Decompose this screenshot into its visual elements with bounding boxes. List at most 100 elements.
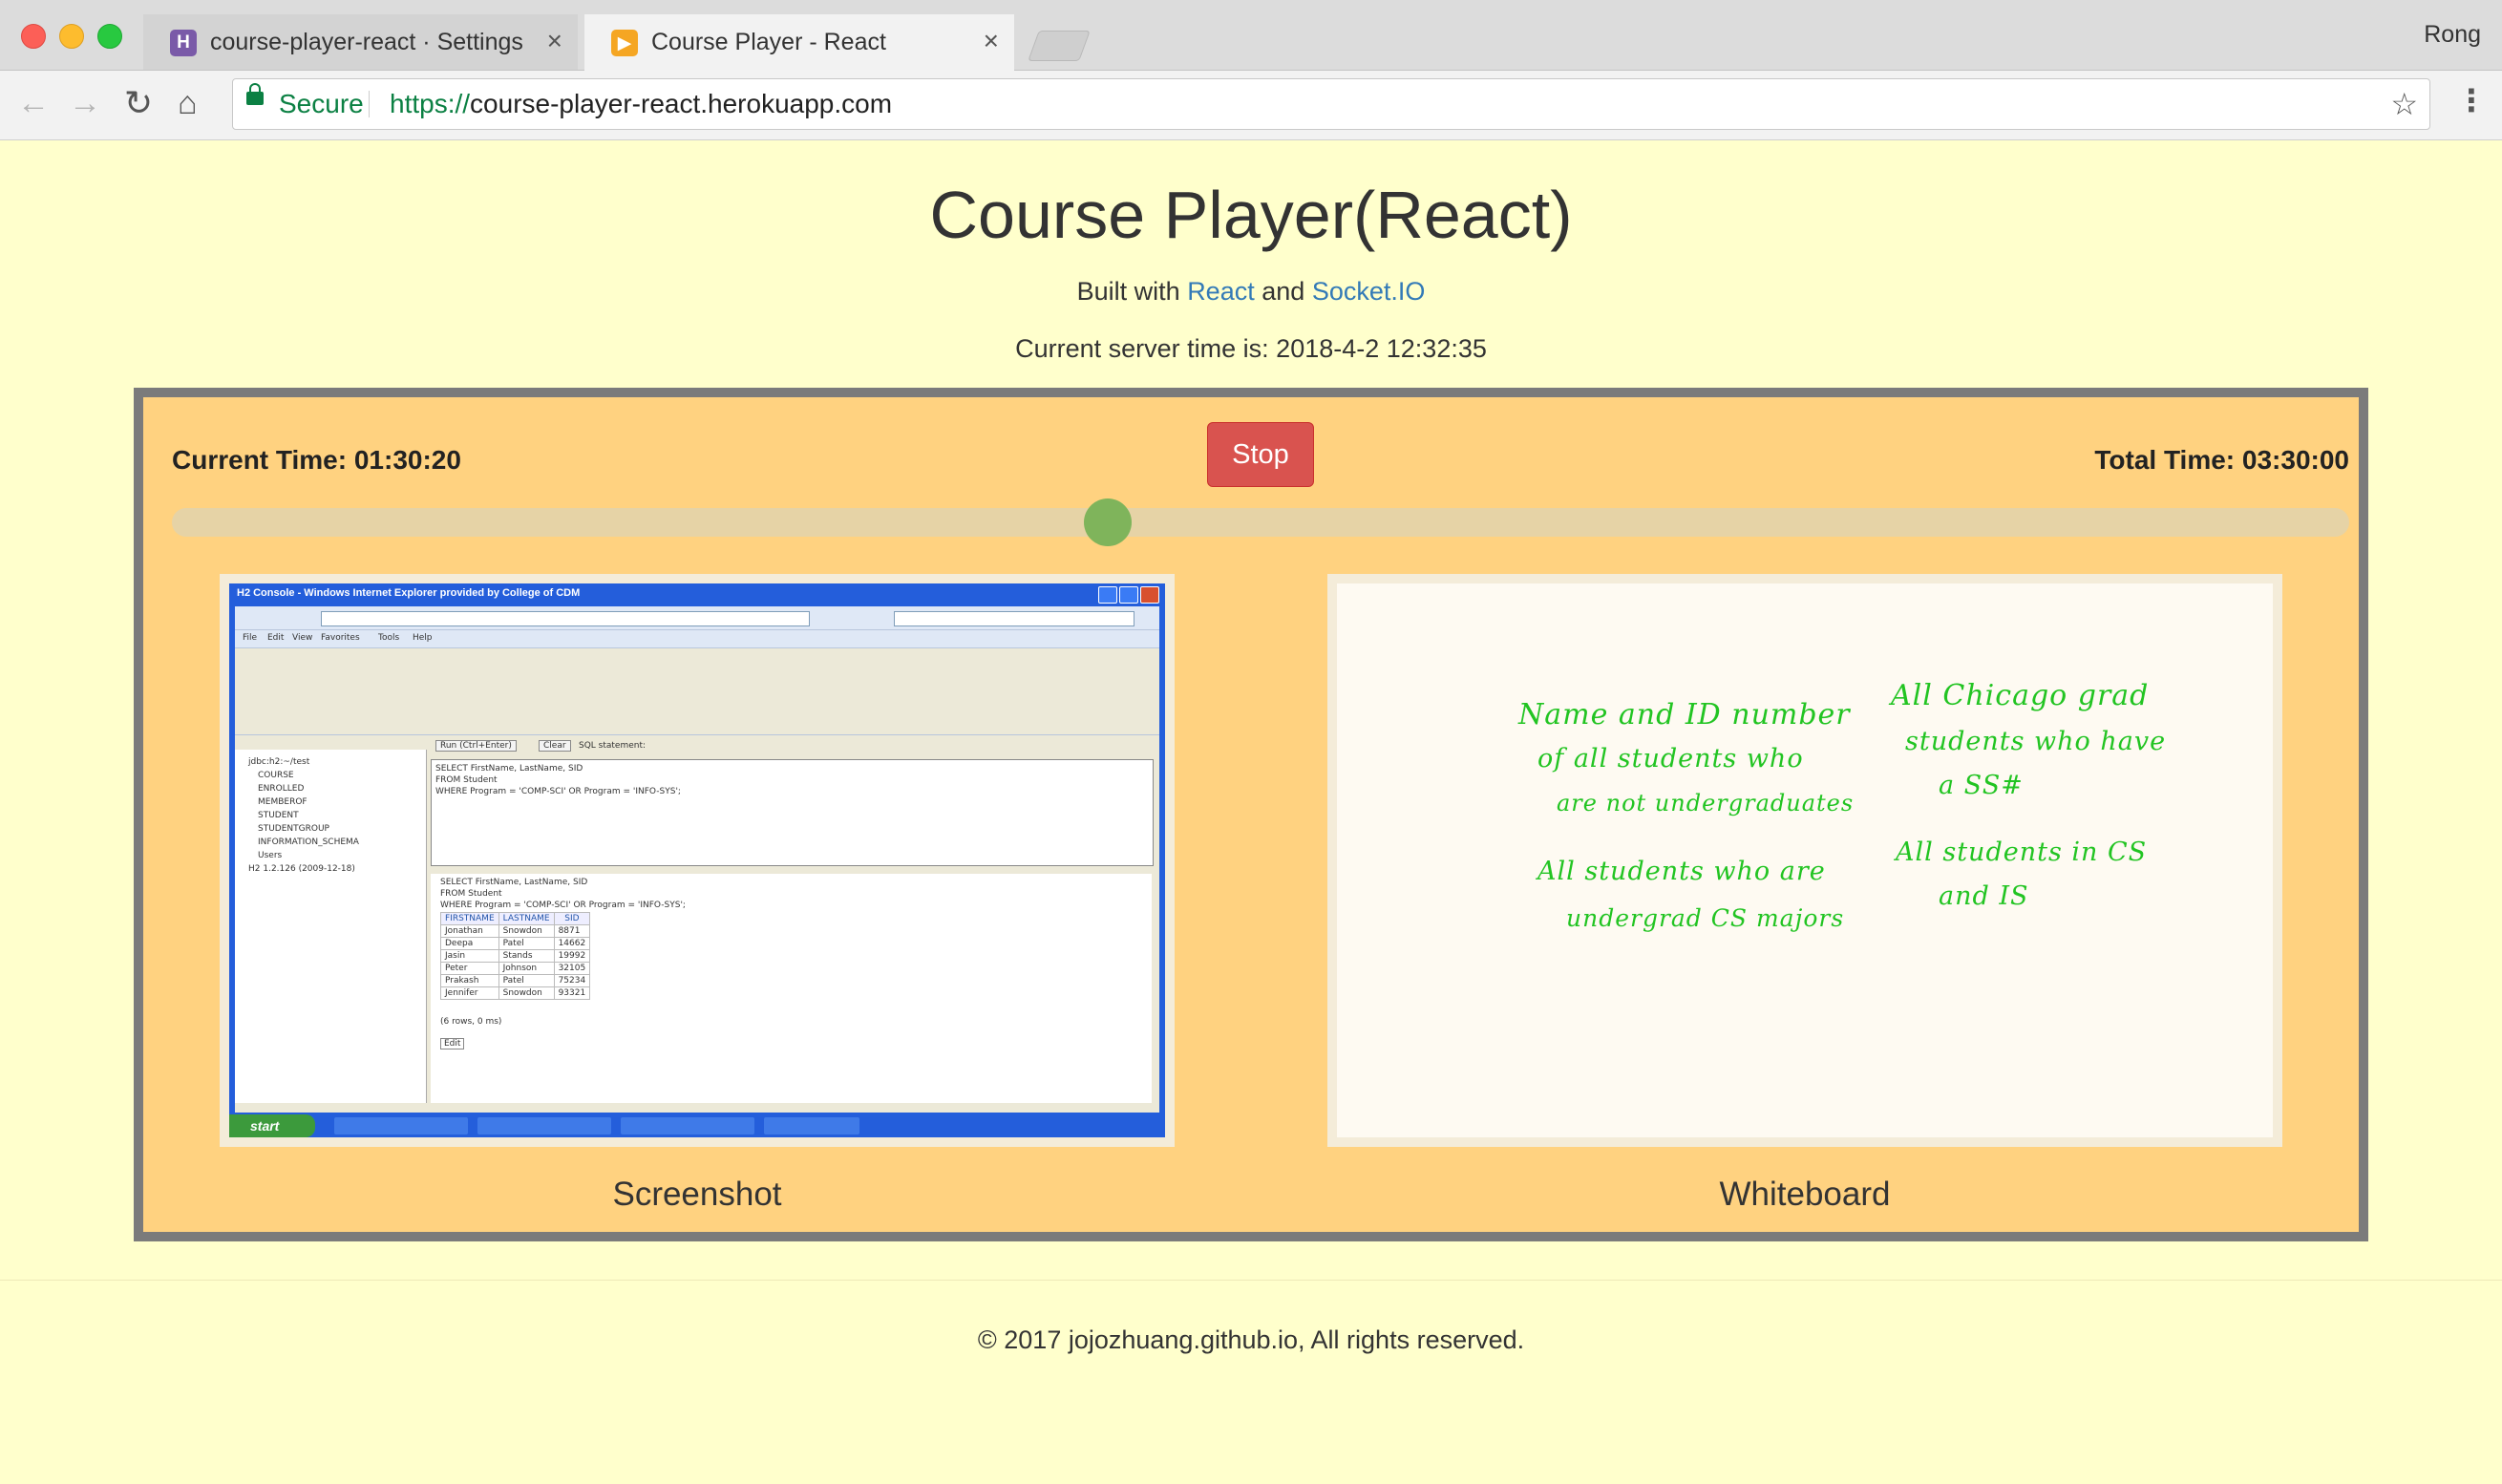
- table-row: Jonathan Snowdon 8871: [440, 924, 591, 938]
- tab-title: course-player-react · Settings: [210, 29, 523, 55]
- cell: Peter: [440, 962, 499, 975]
- maximize-icon: [1119, 586, 1138, 604]
- close-icon[interactable]: ×: [984, 26, 999, 56]
- bookmark-star-icon[interactable]: ☆: [2390, 79, 2418, 129]
- ie-toolbars: [235, 648, 1159, 735]
- cell: Jennifer: [440, 986, 499, 1000]
- whiteboard-text: of all students who: [1537, 744, 1804, 774]
- cell: Patel: [498, 937, 555, 950]
- table-row: Prakash Patel 75234: [440, 974, 591, 987]
- tree-item: INFORMATION_SCHEMA: [258, 837, 359, 847]
- menu-item: Tools: [378, 633, 400, 643]
- menu-item: Help: [413, 633, 433, 643]
- cell: Jonathan: [440, 924, 499, 938]
- column-header: FIRSTNAME: [440, 912, 499, 925]
- sql-label: SQL statement:: [579, 741, 647, 751]
- whiteboard-text: a SS#: [1939, 771, 2024, 800]
- row-count: (6 rows, 0 ms): [440, 1017, 502, 1027]
- sql-line: SELECT FirstName, LastName, SID: [440, 878, 588, 887]
- cell: Snowdon: [498, 986, 555, 1000]
- cell: 32105: [553, 962, 591, 975]
- task-item: [621, 1117, 754, 1134]
- course-player: Current Time: 01:30:20 Stop Total Time: …: [134, 388, 2368, 1241]
- cell: 14662: [553, 937, 591, 950]
- close-window-icon[interactable]: [21, 24, 46, 49]
- divider: [369, 91, 370, 117]
- ie-search-field: [894, 611, 1134, 626]
- sql-line: FROM Student: [440, 889, 502, 899]
- address-bar[interactable]: Secure https://course-player-react.herok…: [232, 78, 2430, 130]
- profile-name[interactable]: Rong: [2424, 21, 2481, 49]
- stop-button[interactable]: Stop: [1207, 422, 1314, 487]
- screenshot-image: H2 Console - Windows Internet Explorer p…: [229, 583, 1165, 1137]
- whiteboard-text: All Chicago grad: [1891, 679, 2150, 712]
- back-arrow-icon[interactable]: ←: [17, 84, 50, 122]
- table-row: Deepa Patel 14662: [440, 937, 591, 950]
- tree-item: STUDENTGROUP: [258, 824, 329, 834]
- secure-label: Secure: [279, 89, 364, 118]
- column-header: LASTNAME: [498, 912, 555, 925]
- sql-line: WHERE Program = 'COMP-SCI' OR Program = …: [440, 901, 686, 910]
- close-icon[interactable]: ×: [547, 26, 562, 56]
- task-item: [764, 1117, 859, 1134]
- taskbar: start: [229, 1114, 1165, 1137]
- sql-line: SELECT FirstName, LastName, SID: [435, 764, 583, 774]
- reload-icon[interactable]: ↻: [124, 84, 153, 122]
- ie-address-field: [321, 611, 810, 626]
- new-tab-button[interactable]: [1028, 31, 1091, 61]
- home-icon[interactable]: ⌂: [178, 84, 198, 122]
- cell: Stands: [498, 949, 555, 963]
- edit-button: Edit: [440, 1038, 465, 1049]
- total-time: Total Time: 03:30:00: [2094, 445, 2349, 475]
- whiteboard-text: Name and ID number: [1518, 698, 1851, 731]
- whiteboard-text: All students in CS: [1896, 837, 2148, 867]
- url-text[interactable]: https://course-player-react.herokuapp.co…: [390, 79, 892, 129]
- window-title: H2 Console - Windows Internet Explorer p…: [237, 587, 581, 599]
- sql-result: SELECT FirstName, LastName, SID FROM Stu…: [431, 874, 1152, 1103]
- ie-menu-row: File Edit View Favorites Tools Help: [235, 630, 1159, 648]
- table-row: Jasin Stands 19992: [440, 949, 591, 963]
- whiteboard-text: are not undergraduates: [1557, 790, 1855, 816]
- progress-slider[interactable]: [172, 498, 2349, 546]
- footer-divider: [0, 1280, 2502, 1281]
- screenshot-panel: H2 Console - Windows Internet Explorer p…: [220, 574, 1175, 1147]
- react-link[interactable]: React: [1187, 277, 1255, 306]
- zoom-window-icon[interactable]: [97, 24, 122, 49]
- tab-course-player[interactable]: ▶ Course Player - React ×: [584, 14, 1014, 71]
- more-menu-icon[interactable]: ⋮: [2456, 82, 2487, 118]
- run-button: Run (Ctrl+Enter): [435, 740, 517, 752]
- tree-item: H2 1.2.126 (2009-12-18): [248, 864, 355, 874]
- slider-thumb[interactable]: [1084, 498, 1133, 546]
- whiteboard-panel: Name and ID number of all students who a…: [1327, 574, 2282, 1147]
- tree-item: ENROLLED: [258, 784, 305, 794]
- sql-line: WHERE Program = 'COMP-SCI' OR Program = …: [435, 787, 681, 796]
- task-item: [334, 1117, 468, 1134]
- task-item: [477, 1117, 611, 1134]
- menu-item: Edit: [267, 633, 285, 643]
- menu-item: File: [243, 633, 258, 643]
- heroku-icon: H: [170, 30, 197, 56]
- tree-item: jdbc:h2:~/test: [248, 757, 310, 767]
- minimize-window-icon[interactable]: [59, 24, 84, 49]
- socketio-link[interactable]: Socket.IO: [1312, 277, 1426, 306]
- cell: 19992: [553, 949, 591, 963]
- whiteboard-text: All students who are: [1537, 857, 1826, 886]
- menu-item: View: [292, 633, 313, 643]
- and-text: and: [1262, 277, 1305, 306]
- play-icon: ▶: [611, 30, 638, 56]
- sql-line: FROM Student: [435, 775, 498, 785]
- cell: 75234: [553, 974, 591, 987]
- cell: Snowdon: [498, 924, 555, 938]
- browser-tabstrip: H course-player-react · Settings × ▶ Cou…: [0, 0, 2502, 71]
- cell: Deepa: [440, 937, 499, 950]
- cell: Johnson: [498, 962, 555, 975]
- whiteboard-text: students who have: [1905, 727, 2167, 756]
- footer-text: © 2017 jojozhuang.github.io, All rights …: [977, 1325, 1525, 1354]
- tree-item: Users: [258, 851, 283, 860]
- tab-settings[interactable]: H course-player-react · Settings ×: [143, 14, 578, 70]
- built-with-line: Built with React and Socket.IO: [0, 277, 2502, 307]
- ie-address-row: [235, 606, 1159, 630]
- forward-arrow-icon[interactable]: →: [69, 84, 101, 122]
- minimize-icon: [1098, 586, 1117, 604]
- table-row: Peter Johnson 32105: [440, 962, 591, 975]
